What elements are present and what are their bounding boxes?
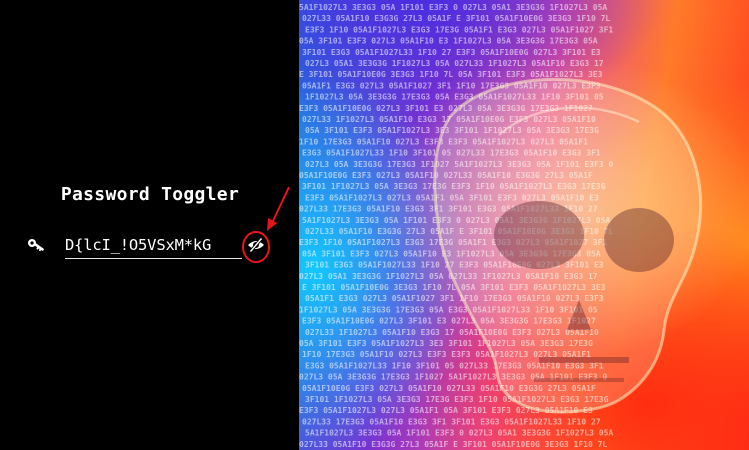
hacker-skull-image: 5A1F1027L3 3E3G3 05A 1F101 E3F3 0 027L3 … <box>299 0 749 450</box>
code-line: 5A1F1027L3 3E3G3 05A 1F101 E3F3 0 027L3 … <box>305 429 613 438</box>
code-line: 5A1F1027L3 3E3G3 05A 1F101 E3F3 0 027L3 … <box>299 3 607 12</box>
eye-slash-icon <box>248 237 264 253</box>
password-panel: Password Toggler <box>0 0 299 450</box>
password-toggle-button[interactable] <box>246 236 266 254</box>
code-line: 027L3 05A1 3E3G3G 1F1027L3 05A 027L33 1F… <box>305 59 604 68</box>
password-input[interactable] <box>65 232 242 259</box>
code-line: 027L33 17E3G3 05A1F10 E3G3 3F1 3F101 E3G… <box>302 417 601 426</box>
page-title: Password Toggler <box>60 184 240 205</box>
code-line: 05A 3F101 E3F3 027L3 05A1F10 E3 1F1027L3… <box>299 37 598 46</box>
annotation-arrow-head <box>267 218 277 231</box>
code-line: E3F3 1F10 05A1F1027L3 E3G3 17E3G 05A1F1 … <box>305 25 613 34</box>
code-line: E 3F101 05A1F10E0G 3E3G3 1F10 7L 05A 3F1… <box>299 70 603 79</box>
annotation-overlay <box>242 186 290 263</box>
code-line: 027L33 05A1F10 E3G3G 27L3 05A1F E 3F101 … <box>302 14 610 23</box>
key-icon <box>28 239 44 251</box>
app-frame: Password Toggler 5A1F1027L3 <box>0 0 749 450</box>
code-line: 3F101 E3G3 05A1F1027L33 1F10 27 E3F3 05A… <box>302 48 601 57</box>
code-line: 027L33 05A1F10 E3G3G 27L3 05A1F E 3F101 … <box>299 440 607 449</box>
